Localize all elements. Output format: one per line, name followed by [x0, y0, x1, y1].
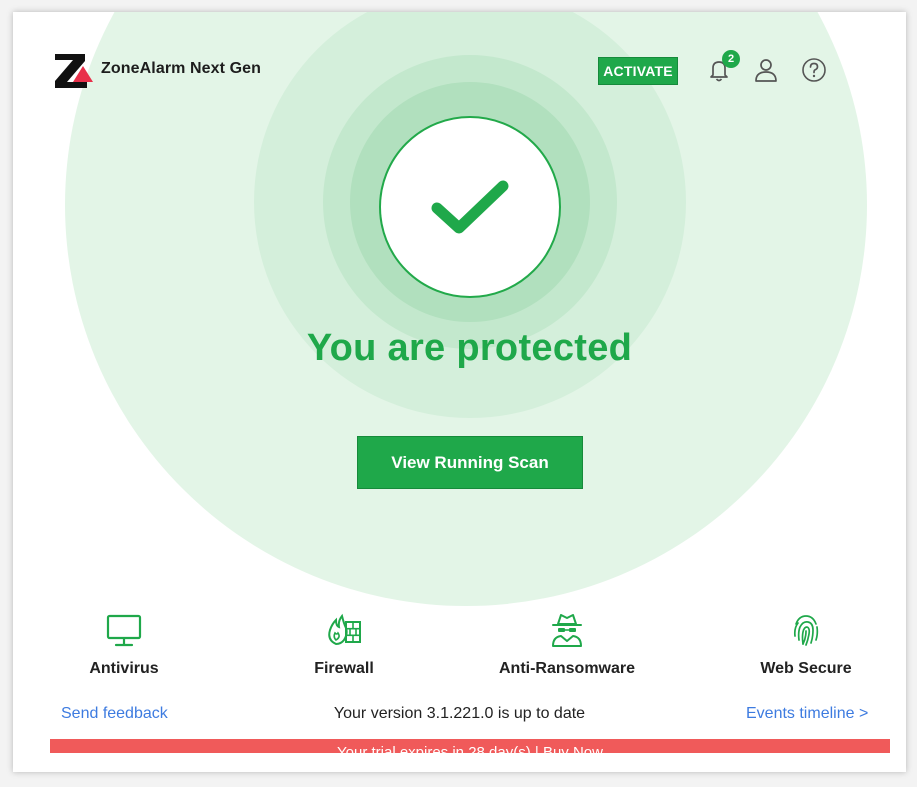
feature-antivirus[interactable]: Antivirus	[34, 610, 214, 678]
app-title: ZoneAlarm Next Gen	[101, 60, 262, 77]
trial-banner[interactable]: Your trial expires in 28 day(s) | Buy No…	[50, 739, 890, 753]
feature-anti-ransomware[interactable]: Anti-Ransomware	[477, 610, 657, 678]
protected-status-circle	[379, 116, 561, 298]
fingerprint-icon	[793, 615, 819, 646]
feature-label: Antivirus	[89, 660, 159, 677]
help-icon	[802, 58, 826, 82]
help-button[interactable]	[800, 56, 828, 84]
events-timeline-link[interactable]: Events timeline >	[746, 705, 868, 723]
top-bar: ZoneAlarm Next Gen ACTIVATE 2	[13, 12, 906, 88]
notification-badge: 2	[722, 50, 740, 68]
app-window: ZoneAlarm Next Gen ACTIVATE 2 You are pr…	[13, 12, 906, 772]
checkmark-icon	[431, 180, 509, 234]
zonealarm-logo-icon	[55, 54, 93, 88]
activate-button[interactable]: ACTIVATE	[598, 57, 678, 85]
monitor-icon	[106, 614, 142, 647]
feature-label: Firewall	[314, 660, 374, 677]
trial-banner-text: Your trial expires in 28 day(s) | Buy No…	[337, 744, 603, 753]
feature-web-secure[interactable]: Web Secure	[716, 610, 896, 678]
spy-icon	[552, 614, 582, 647]
user-icon	[755, 59, 777, 82]
view-running-scan-button[interactable]: View Running Scan	[357, 436, 583, 489]
feature-label: Anti-Ransomware	[498, 660, 636, 677]
firewall-icon	[328, 613, 361, 646]
feature-firewall[interactable]: Firewall	[254, 610, 434, 678]
account-button[interactable]	[752, 56, 780, 84]
protection-headline: You are protected	[306, 327, 633, 369]
feature-label: Web Secure	[760, 660, 852, 677]
